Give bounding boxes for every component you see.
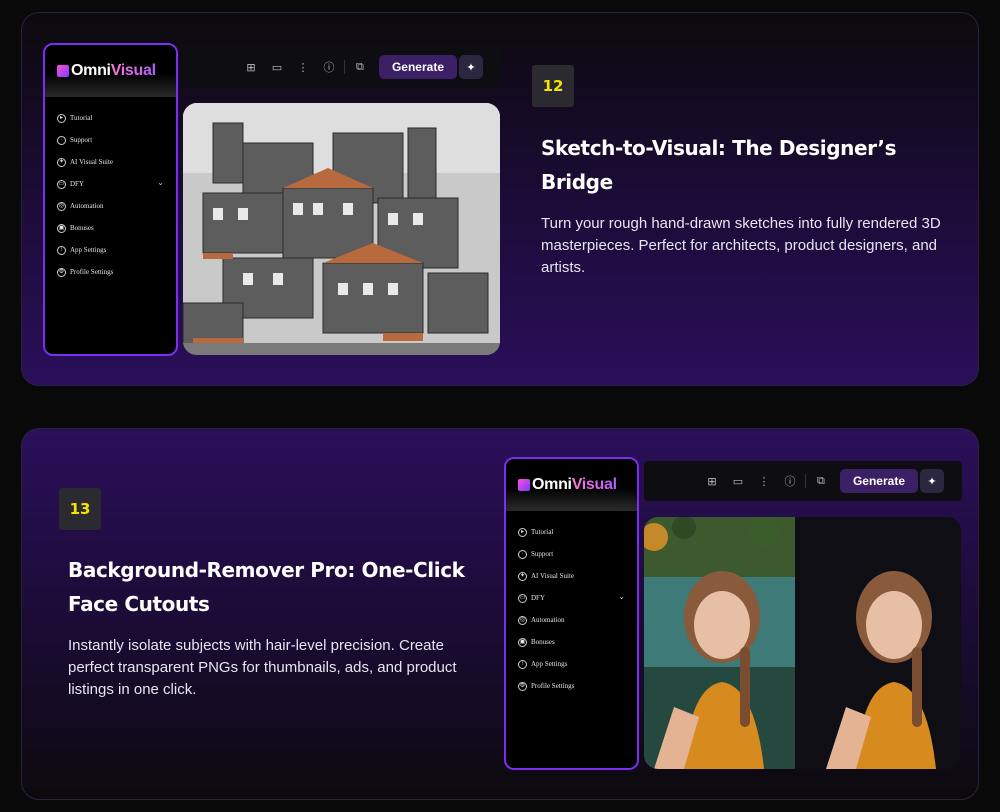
folder-icon: ▭ [518, 593, 527, 603]
gear-icon: ⚙ [57, 267, 66, 277]
sidebar-item-app-settings[interactable]: ↑ App Settings [45, 239, 176, 261]
generate-button[interactable]: Generate [378, 55, 457, 79]
sidebar-item-bonuses[interactable]: ▣ Bonuses [506, 631, 637, 653]
sparkles-icon: ✦ [57, 157, 66, 167]
play-circle-icon: ▸ [57, 113, 66, 123]
more-vertical-icon[interactable]: ⋮ [290, 61, 316, 74]
chat-bubble-icon: · [518, 549, 527, 559]
automation-icon: ◎ [518, 615, 527, 625]
gift-icon: ▣ [518, 637, 527, 647]
feature-description: Instantly isolate subjects with hair-lev… [68, 637, 457, 698]
editor-toolbar: ⊞ ▭ ⋮ ⓘ ⧉ Generate ✦ [183, 47, 501, 87]
logo-text: Omni [71, 62, 111, 79]
gift-icon: ▣ [57, 223, 66, 233]
sidebar-item-automation[interactable]: ◎ Automation [506, 609, 637, 631]
feature-title: Sketch-to-Visual: The Designer’s Bridge [541, 136, 897, 194]
sidebar-menu: ▸ Tutorial · Support ✦ AI Visual Suite ▭ DFY… [45, 97, 176, 283]
sketch-city-illustration [183, 103, 500, 355]
logo-text: Omni [532, 476, 572, 493]
sidebar-item-dfy[interactable]: ▭ DFY ⌄ [45, 173, 176, 195]
feature-title: Background-Remover Pro: One-Click Face C… [68, 558, 465, 616]
feature-number-badge: 13 [59, 488, 101, 530]
editor-toolbar: ⊞ ▭ ⋮ ⓘ ⧉ Generate ✦ [644, 461, 962, 501]
image-add-icon[interactable]: ⊞ [699, 475, 725, 488]
generate-button[interactable]: Generate [839, 469, 918, 493]
info-icon[interactable]: ⓘ [316, 59, 342, 75]
toolbar-divider [804, 474, 806, 488]
chevron-down-icon[interactable]: ⌄ [157, 178, 164, 187]
app-sidebar-mockup: Omni Visual ▸ Tutorial · Support ✦ AI Visual… [43, 43, 178, 356]
background-removal-comparison [644, 517, 961, 769]
app-logo: Omni Visual [506, 459, 637, 511]
sidebar-menu: ▸ Tutorial · Support ✦ AI Visual Suite ▭ DFY… [506, 511, 637, 697]
app-sidebar-mockup: Omni Visual ▸ Tutorial · Support ✦ AI Visual… [504, 457, 639, 770]
sidebar-item-ai-visual-suite[interactable]: ✦ AI Visual Suite [45, 151, 176, 173]
chevron-down-icon[interactable]: ⌄ [618, 592, 625, 601]
sidebar-item-bonuses[interactable]: ▣ Bonuses [45, 217, 176, 239]
automation-icon: ◎ [57, 201, 66, 211]
folder-icon: ▭ [57, 179, 66, 189]
upload-icon: ↑ [57, 245, 66, 255]
sidebar-item-app-settings[interactable]: ↑ App Settings [506, 653, 637, 675]
sidebar-item-support[interactable]: · Support [45, 129, 176, 151]
sidebar-item-profile-settings[interactable]: ⚙ Profile Settings [506, 675, 637, 697]
feature-card-12: Omni Visual ▸ Tutorial · Support ✦ AI Visual… [21, 12, 979, 386]
logo-text-accent: Visual [571, 476, 617, 493]
more-vertical-icon[interactable]: ⋮ [751, 475, 777, 488]
logo-icon [57, 65, 69, 77]
logo-text-accent: Visual [110, 62, 156, 79]
sidebar-item-automation[interactable]: ◎ Automation [45, 195, 176, 217]
sidebar-item-dfy[interactable]: ▭ DFY ⌄ [506, 587, 637, 609]
feature-card-13: 13 Background-Remover Pro: One-Click Fac… [21, 428, 979, 800]
logo-icon [518, 479, 530, 491]
app-logo: Omni Visual [45, 45, 176, 97]
sidebar-item-ai-visual-suite[interactable]: ✦ AI Visual Suite [506, 565, 637, 587]
info-icon[interactable]: ⓘ [777, 473, 803, 489]
portrait-before-after-illustration [644, 517, 961, 769]
feature-number-badge: 12 [532, 65, 574, 107]
copy-icon[interactable]: ⧉ [347, 60, 373, 74]
folder-plus-icon[interactable]: ▭ [725, 475, 751, 488]
folder-plus-icon[interactable]: ▭ [264, 61, 290, 74]
sketch-render-image [183, 103, 500, 355]
sparkle-icon[interactable]: ✦ [459, 55, 483, 79]
sidebar-item-profile-settings[interactable]: ⚙ Profile Settings [45, 261, 176, 283]
image-add-icon[interactable]: ⊞ [238, 61, 264, 74]
copy-icon[interactable]: ⧉ [808, 474, 834, 488]
play-circle-icon: ▸ [518, 527, 527, 537]
toolbar-divider [343, 60, 345, 74]
upload-icon: ↑ [518, 659, 527, 669]
feature-description: Turn your rough hand-drawn sketches into… [541, 215, 941, 276]
sidebar-item-support[interactable]: · Support [506, 543, 637, 565]
sparkle-icon[interactable]: ✦ [920, 469, 944, 493]
sidebar-item-tutorial[interactable]: ▸ Tutorial [506, 521, 637, 543]
chat-bubble-icon: · [57, 135, 66, 145]
gear-icon: ⚙ [518, 681, 527, 691]
sparkles-icon: ✦ [518, 571, 527, 581]
sidebar-item-tutorial[interactable]: ▸ Tutorial [45, 107, 176, 129]
